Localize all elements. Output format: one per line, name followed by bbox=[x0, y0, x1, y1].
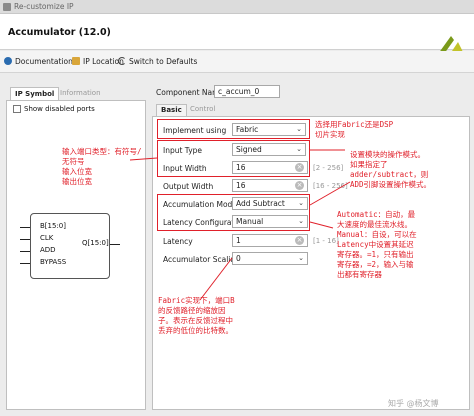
folder-icon bbox=[72, 57, 80, 65]
ip-title: Accumulator (12.0) bbox=[8, 27, 111, 38]
port-q: Q[15:0] bbox=[82, 239, 109, 247]
input-width-range: [2 - 256] bbox=[313, 164, 344, 172]
port-b: B[15:0] bbox=[40, 222, 66, 230]
watermark: 知乎 @杨文博 bbox=[388, 399, 439, 408]
show-disabled-label: Show disabled ports bbox=[24, 105, 95, 113]
port-bypass: BYPASS bbox=[40, 258, 67, 266]
pin-add-line bbox=[20, 251, 30, 252]
port-add: ADD bbox=[40, 246, 56, 254]
pin-b-line bbox=[20, 227, 30, 228]
tab-control[interactable]: Control bbox=[186, 104, 219, 116]
tab-ip-symbol[interactable]: IP Symbol bbox=[10, 87, 60, 100]
refresh-icon bbox=[118, 57, 126, 65]
annotation-scaling: Fabric实现下，端口B 的反馈路径的缩放因 子。表示在反馈过程中 丢弃的低位… bbox=[158, 296, 235, 335]
output-width-label: Output Width bbox=[163, 182, 214, 191]
annotation-latency: Automatic：自动，最 大速度的最佳流水线。 Manual：自设，可以在 … bbox=[337, 210, 417, 279]
latency-label: Latency bbox=[163, 237, 193, 246]
tab-basic[interactable]: Basic bbox=[156, 104, 187, 116]
pin-bypass-line bbox=[20, 263, 30, 264]
component-name-input[interactable]: c_accum_0 bbox=[214, 85, 280, 98]
tab-information[interactable]: Information bbox=[56, 87, 105, 100]
port-clk: CLK bbox=[40, 234, 54, 242]
clear-icon[interactable]: × bbox=[295, 181, 304, 190]
highlight-implement bbox=[157, 119, 310, 139]
latency-range: [1 - 16] bbox=[313, 237, 339, 245]
header: Accumulator (12.0) bbox=[0, 14, 474, 54]
chevron-down-icon: ⌄ bbox=[298, 254, 304, 262]
highlight-mode-latency bbox=[157, 194, 310, 231]
pin-q-line bbox=[110, 244, 120, 245]
title-bar: Re-customize IP bbox=[0, 0, 474, 14]
documentation-button[interactable]: Documentation bbox=[4, 57, 73, 66]
annotation-implement: 选择用Fabric还是DSP 切片实现 bbox=[315, 120, 394, 139]
latency-input[interactable]: 1 × bbox=[232, 234, 308, 247]
pin-clk-line bbox=[20, 239, 30, 240]
annotation-mode: 设置模块的操作模式。 如果指定了 adder/subtract，则 ADD引脚设… bbox=[350, 150, 432, 189]
accum-scaling-select[interactable]: 0 ⌄ bbox=[232, 252, 308, 265]
highlight-input bbox=[157, 140, 310, 177]
toolbar: Documentation IP Location Switch to Defa… bbox=[0, 51, 474, 73]
output-width-input[interactable]: 16 × bbox=[232, 179, 308, 192]
annotation-input: 输入端口类型：有符号/ 无符号 输入位宽 输出位宽 bbox=[62, 147, 142, 186]
ip-location-button[interactable]: IP Location bbox=[72, 57, 124, 66]
clear-icon[interactable]: × bbox=[295, 236, 304, 245]
app-icon bbox=[3, 3, 11, 11]
switch-defaults-button[interactable]: Switch to Defaults bbox=[118, 57, 197, 66]
show-disabled-checkbox[interactable] bbox=[13, 105, 21, 113]
window-title: Re-customize IP bbox=[14, 2, 74, 11]
info-icon bbox=[4, 57, 12, 65]
output-width-range: [16 - 256] bbox=[313, 182, 348, 190]
accum-scaling-label: Accumulator Scaling bbox=[163, 255, 240, 264]
